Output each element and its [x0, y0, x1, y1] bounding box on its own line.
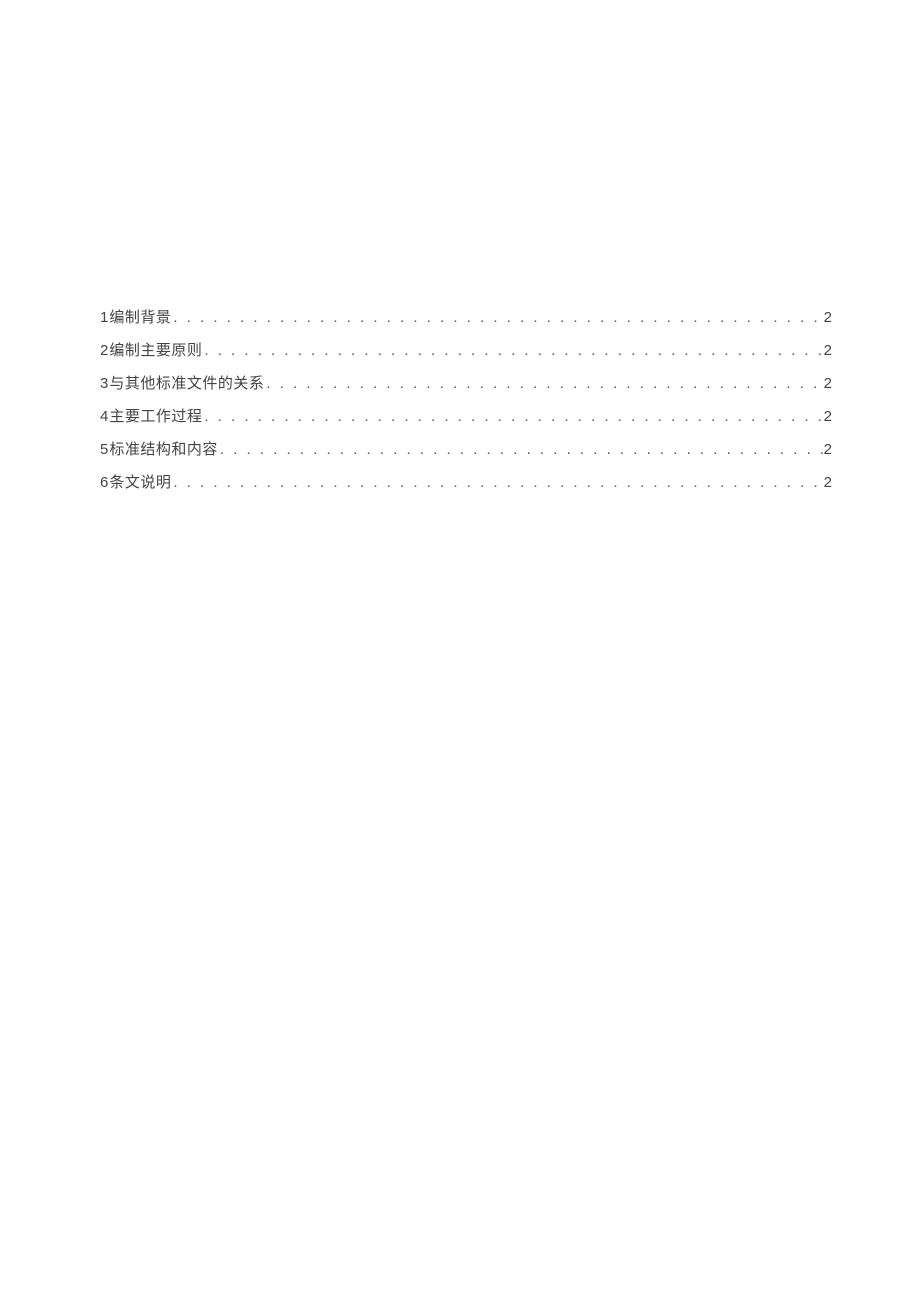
toc-entry-page: 2 — [824, 475, 832, 490]
toc-entry-title: 编制主要原则 — [109, 344, 202, 359]
toc-entry[interactable]: 6 条文说明 . . . . . . . . . . . . . . . . .… — [100, 475, 832, 491]
toc-entry-number: 5 — [100, 442, 108, 457]
toc-entry-number: 3 — [100, 376, 108, 391]
toc-entry-title: 与其他标准文件的关系 — [109, 377, 264, 392]
table-of-contents: 1 编制背景 . . . . . . . . . . . . . . . . .… — [100, 310, 832, 491]
toc-dot-leader: . . . . . . . . . . . . . . . . . . . . … — [264, 376, 823, 391]
toc-entry-number: 4 — [100, 409, 108, 424]
document-page: 1 编制背景 . . . . . . . . . . . . . . . . .… — [0, 0, 920, 491]
toc-entry-number: 2 — [100, 343, 108, 358]
toc-entry-number: 6 — [100, 475, 108, 490]
toc-entry-title: 条文说明 — [109, 476, 171, 491]
toc-entry[interactable]: 2 编制主要原则 . . . . . . . . . . . . . . . .… — [100, 343, 832, 359]
toc-entry[interactable]: 4 主要工作过程 . . . . . . . . . . . . . . . .… — [100, 409, 832, 425]
toc-entry-page: 2 — [824, 310, 832, 325]
toc-entry[interactable]: 5 标准结构和内容 . . . . . . . . . . . . . . . … — [100, 442, 832, 458]
toc-dot-leader: . . . . . . . . . . . . . . . . . . . . … — [202, 409, 823, 424]
toc-entry-page: 2 — [824, 442, 832, 457]
toc-entry-title: 标准结构和内容 — [109, 443, 218, 458]
toc-entry-number: 1 — [100, 310, 108, 325]
toc-entry-page: 2 — [824, 376, 832, 391]
toc-dot-leader: . . . . . . . . . . . . . . . . . . . . … — [171, 475, 823, 490]
toc-dot-leader: . . . . . . . . . . . . . . . . . . . . … — [202, 343, 823, 358]
toc-dot-leader: . . . . . . . . . . . . . . . . . . . . … — [171, 310, 823, 325]
toc-entry[interactable]: 3 与其他标准文件的关系 . . . . . . . . . . . . . .… — [100, 376, 832, 392]
toc-entry-title: 主要工作过程 — [109, 410, 202, 425]
toc-entry-page: 2 — [824, 409, 832, 424]
toc-entry-title: 编制背景 — [109, 311, 171, 326]
toc-dot-leader: . . . . . . . . . . . . . . . . . . . . … — [218, 442, 824, 457]
toc-entry[interactable]: 1 编制背景 . . . . . . . . . . . . . . . . .… — [100, 310, 832, 326]
toc-entry-page: 2 — [824, 343, 832, 358]
